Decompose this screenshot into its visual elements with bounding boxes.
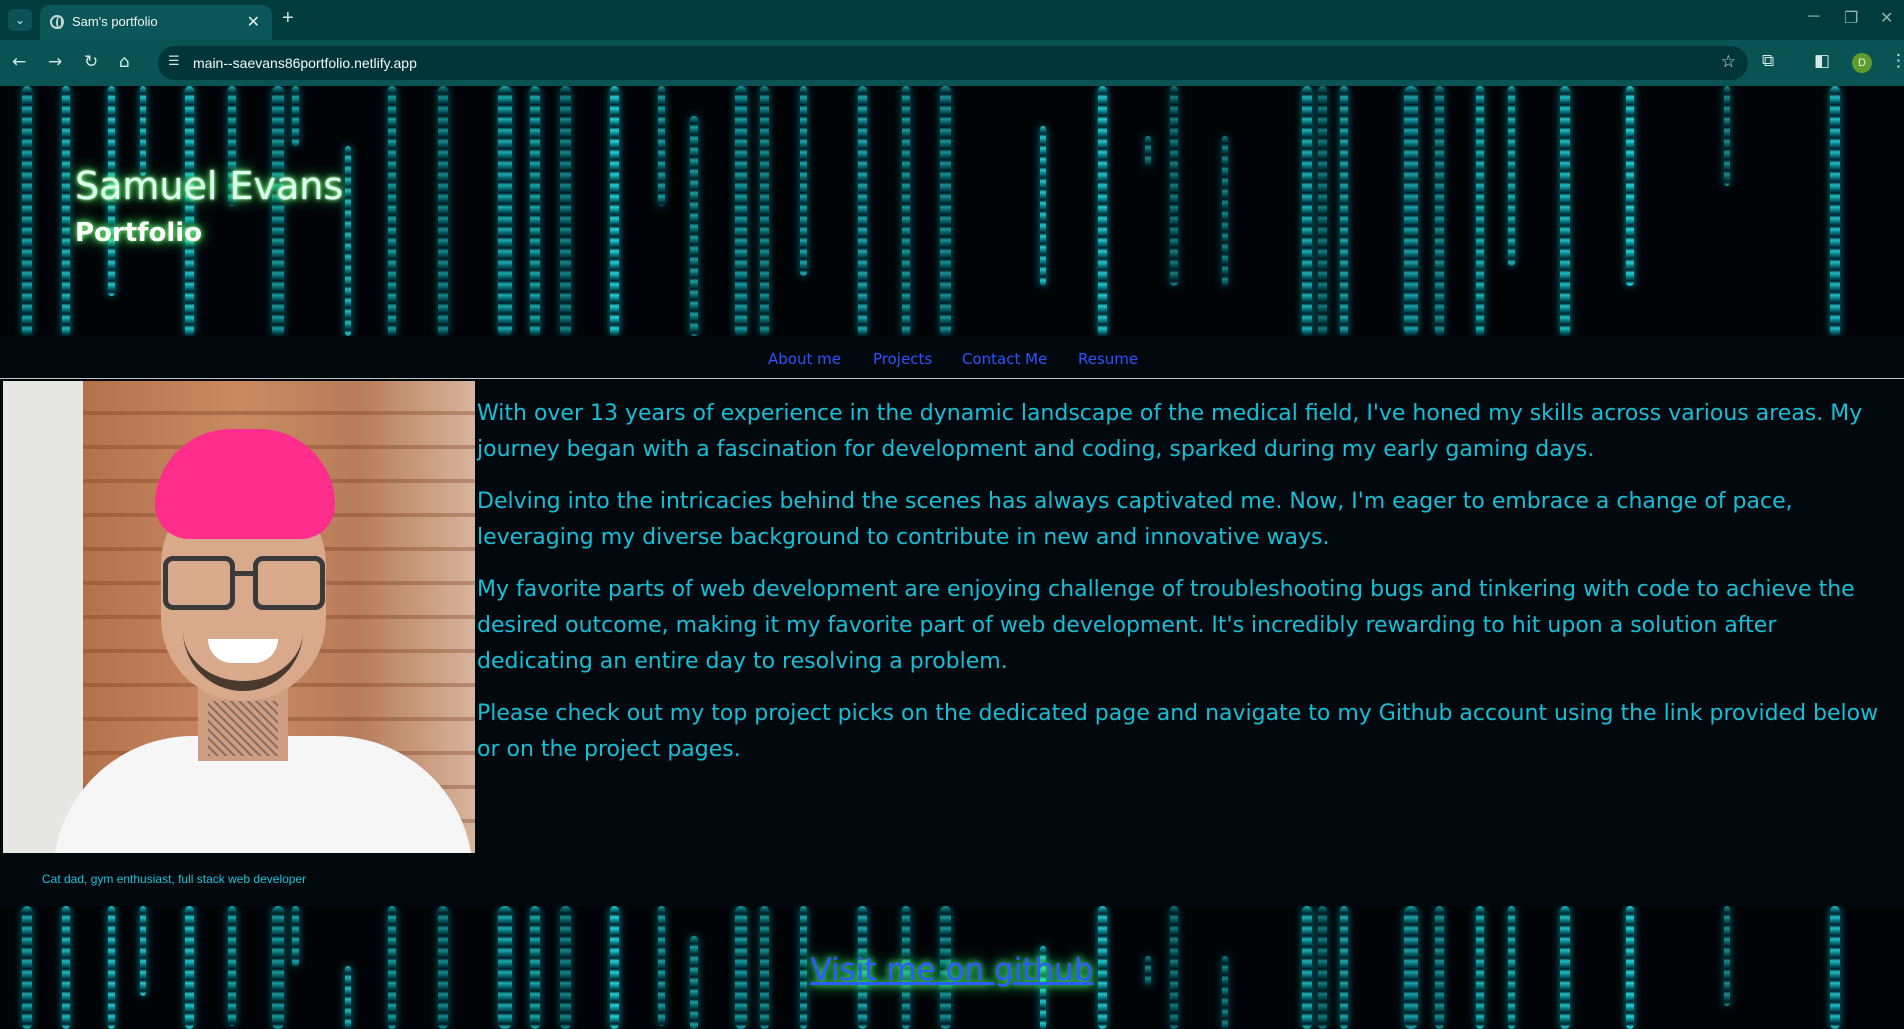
footer-banner: Visit me on github xyxy=(0,906,1904,1029)
profile-photo xyxy=(3,381,475,853)
close-icon[interactable]: ✕ xyxy=(1880,8,1893,28)
back-arrow-icon[interactable]: ← xyxy=(12,52,26,72)
page-viewport: Samuel Evans Portfolio About me Projects… xyxy=(0,86,1904,1029)
profile-avatar[interactable]: D xyxy=(1852,53,1872,73)
browser-toolbar: ← → ↻ ⌂ ☰ main--saevans86portfolio.netli… xyxy=(0,40,1904,86)
globe-icon xyxy=(50,15,64,29)
address-bar[interactable]: ☰ main--saevans86portfolio.netlify.app ☆ xyxy=(158,46,1748,80)
site-subtitle: Portfolio xyxy=(75,218,203,248)
restore-icon[interactable]: ❐ xyxy=(1844,8,1858,28)
about-paragraph: My favorite parts of web development are… xyxy=(477,577,1855,674)
chevron-down-icon[interactable]: ⌄ xyxy=(8,9,32,31)
main-nav: About me Projects Contact Me Resume xyxy=(0,336,1904,379)
star-icon[interactable]: ☆ xyxy=(1721,52,1736,72)
puzzle-icon[interactable]: ⧉ xyxy=(1762,51,1774,71)
reload-icon[interactable]: ↻ xyxy=(84,52,98,72)
url-text[interactable]: main--saevans86portfolio.netlify.app xyxy=(193,55,417,71)
header-banner: Samuel Evans Portfolio xyxy=(0,86,1904,336)
browser-tab[interactable]: Sam's portfolio ✕ xyxy=(40,5,272,40)
browser-tab-strip: ⌄ Sam's portfolio ✕ + ─ ❐ ✕ xyxy=(0,0,1904,40)
about-paragraph: Please check out my top project picks on… xyxy=(477,701,1879,762)
about-paragraph: Delving into the intricacies behind the … xyxy=(477,489,1793,550)
minimize-icon[interactable]: ─ xyxy=(1808,8,1819,26)
home-icon[interactable]: ⌂ xyxy=(119,52,130,72)
nav-link-contact-me[interactable]: Contact Me xyxy=(962,350,1047,368)
site-settings-icon[interactable]: ☰ xyxy=(168,54,180,69)
about-section: With over 13 years of experience in the … xyxy=(477,396,1889,784)
photo-caption: Cat dad, gym enthusiast, full stack web … xyxy=(42,872,307,886)
about-paragraph: With over 13 years of experience in the … xyxy=(477,401,1863,462)
site-title: Samuel Evans xyxy=(75,164,344,208)
github-link[interactable]: Visit me on github xyxy=(0,952,1904,988)
close-tab-button[interactable]: ✕ xyxy=(247,12,260,32)
nav-link-about-me[interactable]: About me xyxy=(768,350,841,368)
nav-link-resume[interactable]: Resume xyxy=(1078,350,1138,368)
new-tab-button[interactable]: + xyxy=(282,7,294,30)
forward-arrow-icon[interactable]: → xyxy=(48,52,62,72)
side-panel-icon[interactable]: ◧ xyxy=(1814,51,1830,71)
kebab-menu-icon[interactable]: ⋮ xyxy=(1890,51,1904,71)
nav-link-projects[interactable]: Projects xyxy=(873,350,932,368)
tab-title: Sam's portfolio xyxy=(72,14,158,29)
